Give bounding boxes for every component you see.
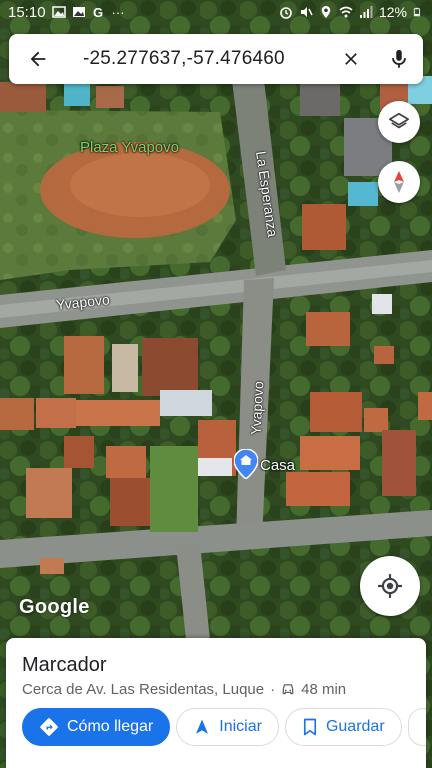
battery-icon	[413, 7, 420, 17]
save-label: Guardar	[325, 718, 385, 735]
directions-button[interactable]: Cómo llegar	[22, 708, 171, 746]
arrow-back-icon	[30, 51, 46, 67]
search-bar: -25.277637,-57.476460	[9, 34, 423, 84]
navigation-arrow-icon	[196, 719, 209, 734]
voice-search-button[interactable]	[375, 34, 423, 84]
bookmark-icon	[303, 718, 317, 736]
gallery-icon	[51, 6, 66, 18]
status-time: 15:10	[8, 3, 46, 21]
car-icon	[282, 684, 294, 695]
wifi-icon	[339, 6, 353, 18]
directions-label: Cómo llegar	[67, 718, 154, 735]
place-address: Cerca de Av. Las Residentas, Luque	[22, 681, 265, 698]
status-more: ···	[111, 4, 125, 20]
place-subtitle-row: Cerca de Av. Las Residentas, Luque · 48 …	[22, 681, 346, 698]
google-g-icon: G	[93, 5, 103, 19]
directions-icon	[40, 718, 58, 736]
plaza-label: Plaza Yvapovo	[80, 139, 179, 156]
svg-text:G: G	[93, 5, 103, 19]
pin-label: Casa	[260, 457, 296, 474]
place-bottom-sheet[interactable]: Marcador Cerca de Av. Las Residentas, Lu…	[6, 638, 426, 768]
location-status-icon	[321, 6, 331, 18]
signal-icon	[359, 6, 373, 18]
close-icon	[345, 53, 357, 65]
back-button[interactable]	[9, 34, 67, 84]
google-logo: Google	[19, 596, 90, 618]
start-navigation-button[interactable]: Iniciar	[176, 708, 279, 746]
save-button[interactable]: Guardar	[284, 708, 402, 746]
my-location-button[interactable]	[360, 556, 420, 616]
map-layers-button[interactable]	[378, 101, 420, 143]
layers-icon	[389, 112, 409, 129]
place-title: Marcador	[22, 654, 107, 676]
image-icon	[72, 7, 85, 17]
home-pin-icon	[234, 449, 258, 479]
alarm-icon	[280, 7, 292, 19]
mute-icon	[300, 7, 313, 17]
status-bar: 15:10 G ··· 12%	[0, 0, 432, 24]
mic-icon	[392, 49, 406, 68]
battery-percent: 12%	[378, 4, 407, 20]
action-chips: Cómo llegar Iniciar Guardar	[22, 708, 426, 746]
search-input[interactable]: -25.277637,-57.476460	[67, 48, 327, 70]
start-label: Iniciar	[219, 718, 262, 735]
crosshair-location-icon	[378, 574, 402, 598]
place-pin[interactable]	[234, 449, 258, 479]
clear-button[interactable]	[327, 34, 375, 84]
separator-dot: ·	[270, 681, 276, 698]
compass-button[interactable]	[378, 161, 420, 203]
drive-time: 48 min	[301, 681, 347, 698]
compass-icon	[394, 171, 404, 193]
more-actions-chip[interactable]	[407, 708, 426, 746]
